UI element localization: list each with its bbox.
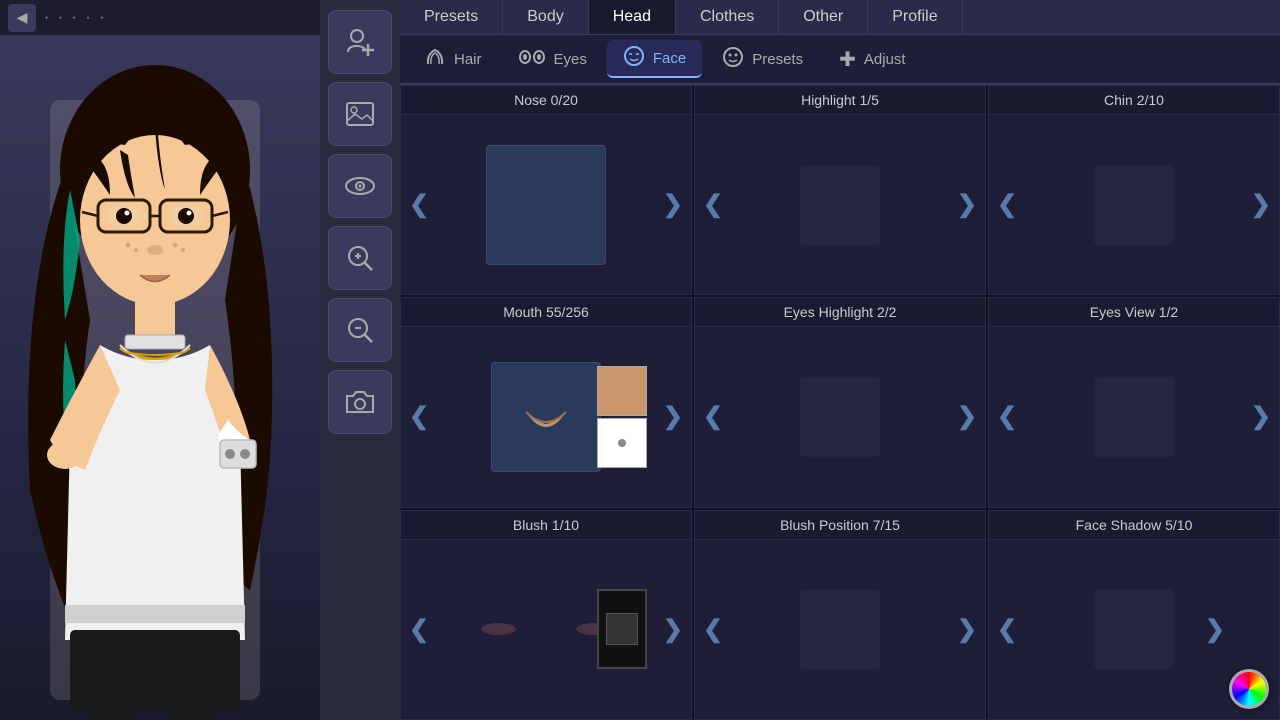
- eyes-highlight-header: Eyes Highlight 2/2: [695, 298, 985, 327]
- eyes-highlight-next-button[interactable]: ❯: [957, 402, 977, 431]
- nose-content: ❮ ❯: [401, 115, 691, 294]
- blush-prev-button[interactable]: ❮: [409, 615, 429, 644]
- blush-position-content: ❮ ❯: [695, 540, 985, 719]
- gallery-button[interactable]: [328, 82, 392, 146]
- color-wheel[interactable]: [1229, 669, 1269, 709]
- eyes-highlight-content: ❮ ❯: [695, 327, 985, 506]
- character-area: ◀ · · · · ·: [0, 0, 320, 720]
- eyes-view-prev-button[interactable]: ❮: [997, 402, 1017, 431]
- blush-preview: [481, 623, 611, 635]
- blush-position-preview: [800, 589, 880, 669]
- zoom-in-button[interactable]: [328, 226, 392, 290]
- camera-button[interactable]: [328, 370, 392, 434]
- nose-prev-button[interactable]: ❮: [409, 190, 429, 219]
- nav-presets[interactable]: Presets: [400, 0, 503, 34]
- blush-color-swatch[interactable]: [597, 589, 647, 669]
- mouth-prev-button[interactable]: ❮: [409, 402, 429, 431]
- back-button[interactable]: ◀: [8, 4, 36, 32]
- sub-nav-face[interactable]: Face: [607, 40, 702, 78]
- mouth-color-bottom[interactable]: [597, 418, 647, 468]
- top-navigation: Presets Body Head Clothes Other Profile: [400, 0, 1280, 35]
- sub-nav-presets[interactable]: Presets: [706, 40, 819, 78]
- nav-head[interactable]: Head: [589, 0, 676, 34]
- eyes-icon: [518, 49, 546, 70]
- highlight-prev-button[interactable]: ❮: [703, 190, 723, 219]
- blush-position-header: Blush Position 7/15: [695, 511, 985, 540]
- eyes-view-preview: [1094, 377, 1174, 457]
- face-shadow-prev-button[interactable]: ❮: [997, 615, 1017, 644]
- blush-header: Blush 1/10: [401, 511, 691, 540]
- dots-indicator: · · · · ·: [44, 9, 106, 27]
- eyes-view-header: Eyes View 1/2: [989, 298, 1279, 327]
- mouth-cell: Mouth 55/256 ❮ ❯: [400, 297, 692, 507]
- right-panel: Presets Body Head Clothes Other Profile: [400, 0, 1280, 720]
- eyes-highlight-prev-button[interactable]: ❮: [703, 402, 723, 431]
- blush-position-next-button[interactable]: ❯: [957, 615, 977, 644]
- eyes-highlight-preview: [800, 377, 880, 457]
- blush-cell: Blush 1/10 ❮ ❯: [400, 510, 692, 720]
- swatch-dot: [618, 439, 626, 447]
- highlight-cell: Highlight 1/5 ❮ ❯: [694, 85, 986, 295]
- sub-navigation: Hair Eyes Face: [400, 35, 1280, 85]
- mouth-color-swatches: [597, 366, 647, 468]
- add-character-button[interactable]: [328, 10, 392, 74]
- eyes-highlight-cell: Eyes Highlight 2/2 ❮ ❯: [694, 297, 986, 507]
- blush-swatch-inner: [606, 613, 638, 645]
- feature-grid: Nose 0/20 ❮ ❯ Highlight 1/5 ❮ ❯ Chin 2/1…: [400, 85, 1280, 720]
- hair-icon: [424, 46, 446, 73]
- sub-nav-adjust[interactable]: ✚ Adjust: [823, 40, 921, 78]
- chin-content: ❮ ❯: [989, 115, 1279, 294]
- mouth-preview: [491, 362, 601, 472]
- face-icon: [623, 45, 645, 72]
- blush-next-button[interactable]: ❯: [663, 615, 683, 644]
- nav-profile[interactable]: Profile: [868, 0, 962, 34]
- character-illustration: [10, 40, 300, 720]
- chin-preview: [1094, 165, 1174, 245]
- mouth-next-button[interactable]: ❯: [663, 402, 683, 431]
- highlight-next-button[interactable]: ❯: [957, 190, 977, 219]
- nose-cell: Nose 0/20 ❮ ❯: [400, 85, 692, 295]
- chin-prev-button[interactable]: ❮: [997, 190, 1017, 219]
- mouth-color-top[interactable]: [597, 366, 647, 416]
- visibility-button[interactable]: [328, 154, 392, 218]
- side-toolbar: [320, 0, 400, 720]
- eyes-view-next-button[interactable]: ❯: [1251, 402, 1271, 431]
- blush-position-cell: Blush Position 7/15 ❮ ❯: [694, 510, 986, 720]
- face-shadow-cell: Face Shadow 5/10 ❮ ❯: [988, 510, 1280, 720]
- nav-body[interactable]: Body: [503, 0, 588, 34]
- nav-other[interactable]: Other: [779, 0, 868, 34]
- highlight-preview: [800, 165, 880, 245]
- face-shadow-header: Face Shadow 5/10: [989, 511, 1279, 540]
- nose-next-button[interactable]: ❯: [663, 190, 683, 219]
- zoom-out-button[interactable]: [328, 298, 392, 362]
- presets-face-icon: [722, 46, 744, 73]
- adjust-icon: ✚: [839, 47, 856, 72]
- blush-mark-left: [481, 623, 516, 635]
- face-shadow-next-button[interactable]: ❯: [1205, 615, 1225, 644]
- chin-cell: Chin 2/10 ❮ ❯: [988, 85, 1280, 295]
- eyes-view-content: ❮ ❯: [989, 327, 1279, 506]
- left-panel: ◀ · · · · ·: [0, 0, 400, 720]
- blush-content: ❮ ❯: [401, 540, 691, 719]
- sub-nav-hair[interactable]: Hair: [408, 40, 498, 78]
- sub-nav-eyes[interactable]: Eyes: [502, 40, 603, 78]
- chin-header: Chin 2/10: [989, 86, 1279, 115]
- chin-next-button[interactable]: ❯: [1251, 190, 1271, 219]
- mouth-header: Mouth 55/256: [401, 298, 691, 327]
- nose-preview: [486, 145, 606, 265]
- top-left-ui-bar: ◀ · · · · ·: [0, 0, 320, 35]
- face-shadow-preview: [1094, 589, 1174, 669]
- nav-clothes[interactable]: Clothes: [676, 0, 779, 34]
- highlight-content: ❮ ❯: [695, 115, 985, 294]
- eyes-view-cell: Eyes View 1/2 ❮ ❯: [988, 297, 1280, 507]
- blush-position-prev-button[interactable]: ❮: [703, 615, 723, 644]
- mouth-content: ❮ ❯: [401, 327, 691, 506]
- nose-header: Nose 0/20: [401, 86, 691, 115]
- highlight-header: Highlight 1/5: [695, 86, 985, 115]
